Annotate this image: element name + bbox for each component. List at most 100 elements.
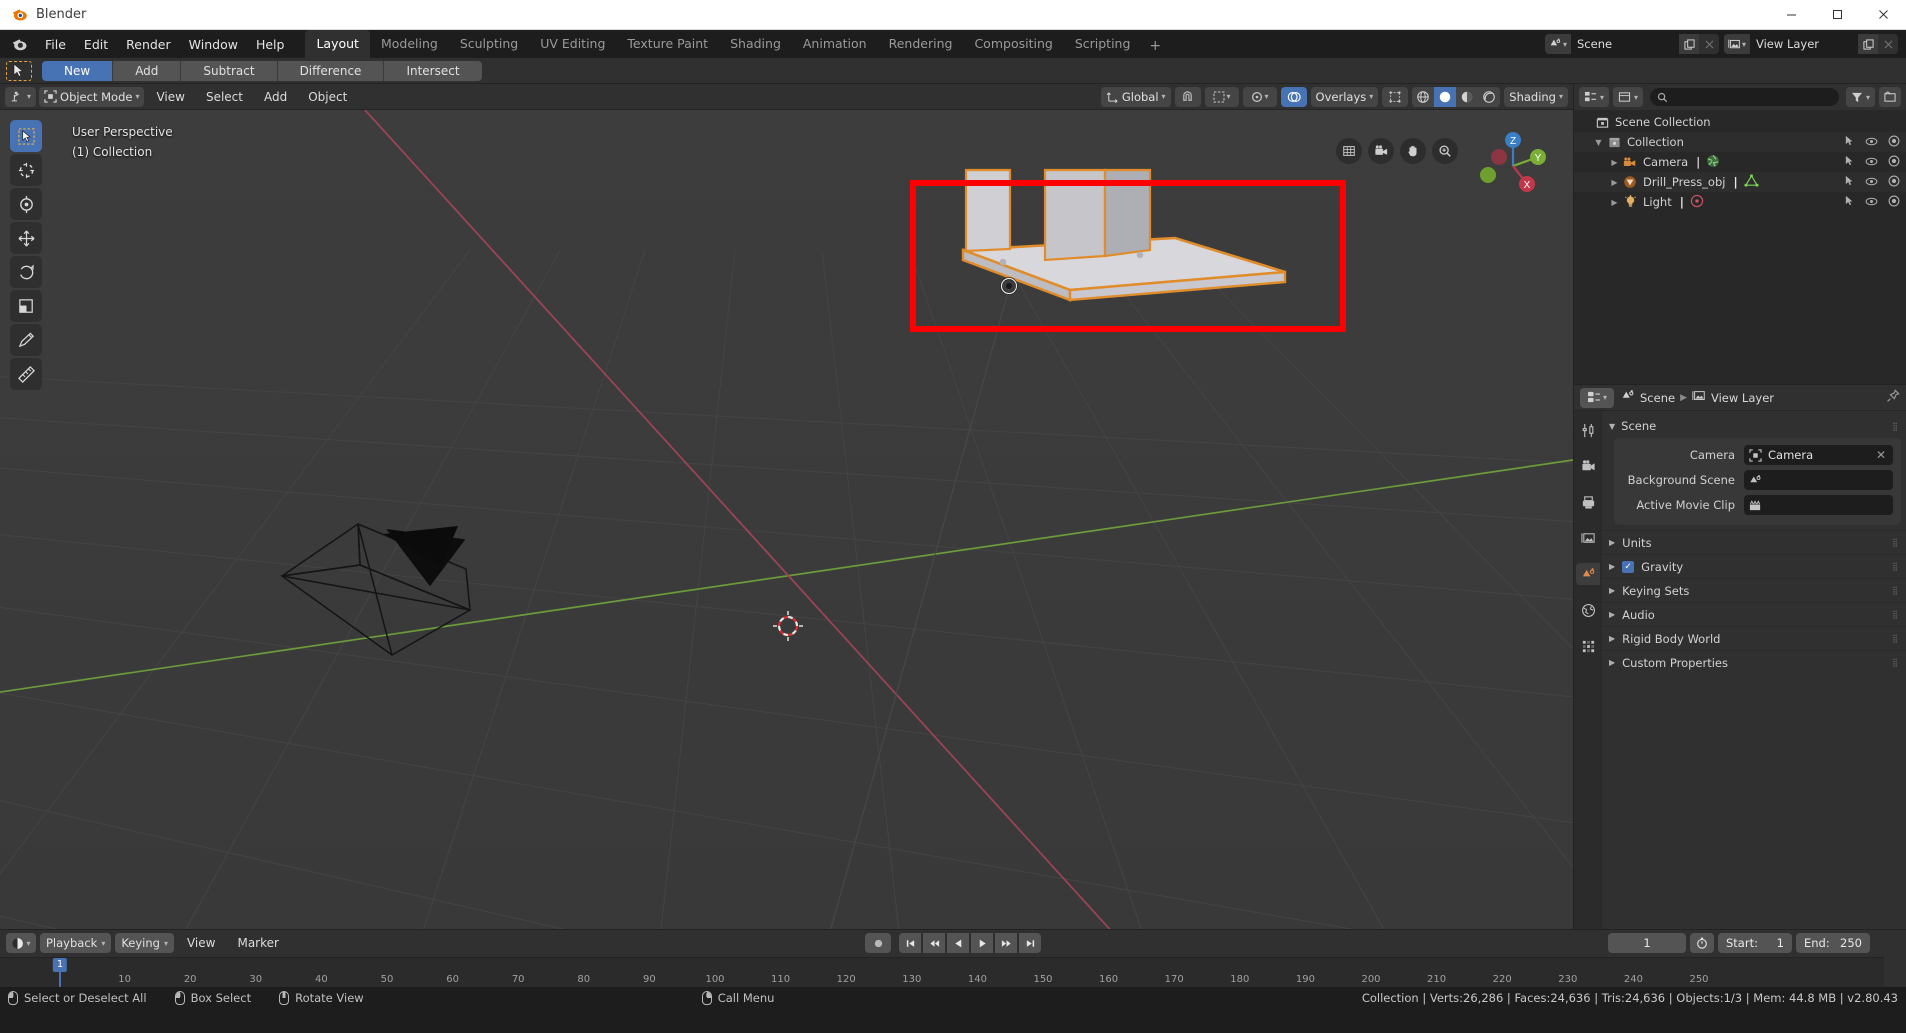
boolean-add-button[interactable]: Add bbox=[113, 60, 182, 81]
panel-rigid-body-world[interactable]: ▶ Rigid Body World ⣿ bbox=[1602, 626, 1906, 650]
zoom-magnifier-icon[interactable] bbox=[1432, 138, 1458, 164]
close-button[interactable] bbox=[1860, 0, 1906, 30]
tab-uv-editing[interactable]: UV Editing bbox=[529, 30, 616, 58]
current-frame-field[interactable]: 1 bbox=[1608, 933, 1686, 953]
properties-editor-type[interactable]: ▾ bbox=[1580, 387, 1614, 408]
panel-custom-properties[interactable]: ▶ Custom Properties ⣿ bbox=[1602, 650, 1906, 674]
tab-animation[interactable]: Animation bbox=[792, 30, 878, 58]
field-value-camera[interactable]: Camera ✕ bbox=[1744, 445, 1893, 465]
record-keyframes-button[interactable] bbox=[865, 933, 891, 953]
xray-toggle-icon[interactable] bbox=[1382, 86, 1409, 107]
tab-scene[interactable] bbox=[1576, 563, 1600, 585]
outliner-row-light[interactable]: ▶ Light | bbox=[1574, 192, 1906, 212]
viewport-menu-add[interactable]: Add bbox=[255, 87, 296, 107]
blender-menu-icon[interactable] bbox=[8, 33, 30, 55]
start-frame-field[interactable]: Start: 1 bbox=[1718, 933, 1792, 953]
menu-file[interactable]: File bbox=[36, 33, 75, 56]
shading-rendered-icon[interactable] bbox=[1478, 87, 1500, 107]
shading-material-icon[interactable] bbox=[1456, 87, 1478, 107]
transform-orientation-selector[interactable]: Global ▾ bbox=[1100, 86, 1171, 107]
timeline-playback-menu[interactable]: Playback ▾ bbox=[40, 933, 112, 953]
tool-select-box[interactable] bbox=[10, 120, 42, 152]
tab-scripting[interactable]: Scripting bbox=[1064, 30, 1142, 58]
tool-move[interactable] bbox=[10, 188, 42, 220]
delete-viewlayer-button[interactable] bbox=[1878, 34, 1898, 54]
outliner-row-camera[interactable]: ▶ Camera | bbox=[1574, 152, 1906, 172]
use-preview-range-icon[interactable] bbox=[1690, 933, 1714, 953]
end-frame-field[interactable]: End: 250 bbox=[1796, 933, 1870, 953]
tool-rotate[interactable] bbox=[10, 256, 42, 288]
viewlayer-selector[interactable]: ▾ View Layer bbox=[1724, 34, 1898, 54]
scene-selector[interactable]: ▾ Scene bbox=[1545, 34, 1719, 54]
jump-to-start-button[interactable] bbox=[899, 933, 921, 953]
field-value-active-movie-clip[interactable] bbox=[1744, 495, 1893, 515]
tool-cursor[interactable] bbox=[10, 154, 42, 186]
menu-edit[interactable]: Edit bbox=[75, 33, 117, 56]
boolean-new-button[interactable]: New bbox=[42, 60, 114, 81]
timeline-ruler[interactable]: 10 20 30 40 50 60 70 80 90 100 110 120 130 140 150 160 1… bbox=[0, 957, 1884, 987]
jump-to-next-keyframe-button[interactable] bbox=[995, 933, 1017, 953]
restrict-viewport-eye-icon[interactable] bbox=[1865, 135, 1878, 149]
tab-tool[interactable] bbox=[1576, 419, 1600, 441]
outliner-row-scene-collection[interactable]: Scene Collection bbox=[1574, 112, 1906, 132]
restrict-render-camera-icon[interactable] bbox=[1888, 175, 1900, 190]
expand-triangle-camera[interactable]: ▶ bbox=[1608, 158, 1621, 167]
restrict-select-icon[interactable] bbox=[1844, 175, 1855, 189]
minimize-button[interactable] bbox=[1768, 0, 1814, 30]
menu-render[interactable]: Render bbox=[117, 33, 180, 56]
new-scene-button[interactable] bbox=[1679, 34, 1699, 54]
timeline-editor-type[interactable]: ▾ bbox=[6, 933, 36, 953]
new-viewlayer-button[interactable] bbox=[1858, 34, 1878, 54]
viewport-menu-view[interactable]: View bbox=[147, 87, 193, 107]
mesh-data-icon[interactable] bbox=[1744, 174, 1759, 191]
shading-dropdown[interactable]: Shading ▾ bbox=[1504, 86, 1568, 107]
panel-units[interactable]: ▶ Units ⣿ bbox=[1602, 530, 1906, 554]
panel-keying-sets[interactable]: ▶ Keying Sets ⣿ bbox=[1602, 578, 1906, 602]
restrict-viewport-eye-icon[interactable] bbox=[1865, 195, 1878, 209]
toggle-camera-perspective-icon[interactable] bbox=[1336, 138, 1362, 164]
light-data-icon[interactable] bbox=[1690, 194, 1704, 211]
tab-sculpting[interactable]: Sculpting bbox=[449, 30, 529, 58]
navigation-gizmo[interactable]: Z Y X bbox=[1475, 128, 1551, 204]
clear-camera-icon[interactable]: ✕ bbox=[1876, 448, 1888, 462]
restrict-render-camera-icon[interactable] bbox=[1888, 135, 1900, 150]
viewport-menu-select[interactable]: Select bbox=[197, 87, 252, 107]
restrict-select-icon[interactable] bbox=[1844, 135, 1855, 149]
overlays-dropdown[interactable]: Overlays ▾ bbox=[1310, 86, 1379, 107]
tab-compositing[interactable]: Compositing bbox=[963, 30, 1063, 58]
tool-translate[interactable] bbox=[10, 222, 42, 254]
outliner-row-drill-press[interactable]: ▶ Drill_Press_obj | bbox=[1574, 172, 1906, 192]
tab-modeling[interactable]: Modeling bbox=[370, 30, 449, 58]
boolean-subtract-button[interactable]: Subtract bbox=[181, 60, 278, 81]
pin-icon[interactable] bbox=[1886, 388, 1900, 407]
snap-magnet-icon[interactable] bbox=[1174, 86, 1201, 107]
restrict-render-camera-icon[interactable] bbox=[1888, 195, 1900, 210]
delete-scene-button[interactable] bbox=[1699, 34, 1719, 54]
tab-output[interactable] bbox=[1576, 491, 1600, 513]
show-overlays-toggle[interactable] bbox=[1280, 86, 1307, 107]
timeline-view-menu[interactable]: View bbox=[178, 933, 224, 953]
expand-triangle-drill-press[interactable]: ▶ bbox=[1608, 178, 1621, 187]
boolean-intersect-button[interactable]: Intersect bbox=[384, 60, 482, 81]
outliner-search-input[interactable] bbox=[1650, 88, 1839, 106]
camera-view-icon[interactable] bbox=[1368, 138, 1394, 164]
tab-render[interactable] bbox=[1576, 455, 1600, 477]
restrict-viewport-eye-icon[interactable] bbox=[1865, 155, 1878, 169]
outliner-filter-button[interactable]: ▾ bbox=[1845, 87, 1875, 107]
restrict-select-icon[interactable] bbox=[1844, 195, 1855, 209]
breadcrumb-scene-label[interactable]: Scene bbox=[1640, 391, 1675, 405]
tab-texture-paint[interactable]: Texture Paint bbox=[616, 30, 719, 58]
restrict-viewport-eye-icon[interactable] bbox=[1865, 175, 1878, 189]
viewport-menu-object[interactable]: Object bbox=[299, 87, 356, 107]
breadcrumb-viewlayer-label[interactable]: View Layer bbox=[1711, 391, 1774, 405]
camera-data-icon[interactable] bbox=[1706, 154, 1720, 171]
outliner-editor-type[interactable]: ▾ bbox=[1579, 87, 1610, 107]
tab-view-layer[interactable] bbox=[1576, 527, 1600, 549]
tab-object[interactable] bbox=[1576, 635, 1600, 657]
boolean-difference-button[interactable]: Difference bbox=[277, 60, 385, 81]
expand-triangle-light[interactable]: ▶ bbox=[1608, 198, 1621, 207]
restrict-render-camera-icon[interactable] bbox=[1888, 155, 1900, 170]
object-mode-selector[interactable]: Object Mode ▾ bbox=[39, 86, 145, 107]
tab-rendering[interactable]: Rendering bbox=[878, 30, 964, 58]
menu-window[interactable]: Window bbox=[180, 33, 247, 56]
